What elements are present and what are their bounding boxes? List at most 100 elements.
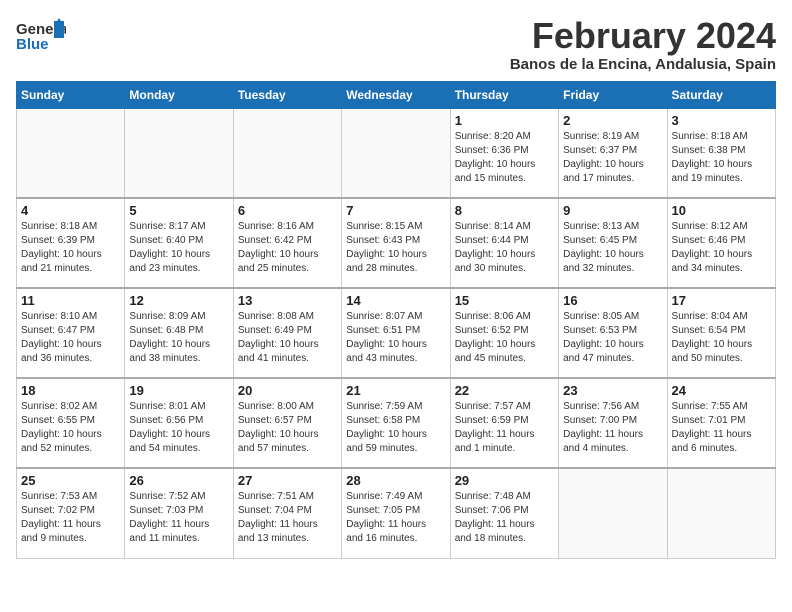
calendar-week-2: 4 Sunrise: 8:18 AM Sunset: 6:39 PM Daylig… [17, 198, 776, 288]
calendar-cell: 12 Sunrise: 8:09 AM Sunset: 6:48 PM Dayli… [125, 288, 233, 378]
sub-title: Banos de la Encina, Andalusia, Spain [510, 56, 776, 73]
day-info: Sunrise: 7:49 AM Sunset: 7:05 PM Dayligh… [346, 490, 445, 546]
calendar-cell: 6Sunrise: 8:16 AM Sunset: 6:42 PM Daylig… [233, 198, 341, 288]
calendar-cell: 22 Sunrise: 7:57 AM Sunset: 6:59 PM Dayli… [450, 378, 558, 468]
page-header: General Blue February 2024 Banos de la E… [16, 16, 776, 73]
calendar-cell: 10Sunrise: 8:12 AM Sunset: 6:46 PM Dayli… [667, 198, 775, 288]
calendar-cell: 13Sunrise: 8:08 AM Sunset: 6:49 PM Dayli… [233, 288, 341, 378]
day-info: Sunrise: 8:04 AM Sunset: 6:54 PM Dayligh… [672, 310, 771, 366]
calendar-cell: 27Sunrise: 7:51 AM Sunset: 7:04 PM Dayli… [233, 468, 341, 558]
title-block: February 2024 Banos de la Encina, Andalu… [510, 16, 776, 73]
calendar-cell: 11 Sunrise: 8:10 AM Sunset: 6:47 PM Dayli… [17, 288, 125, 378]
calendar-cell: 14 Sunrise: 8:07 AM Sunset: 6:51 PM Dayli… [342, 288, 450, 378]
day-info: Sunrise: 8:17 AM Sunset: 6:40 PM Dayligh… [129, 220, 228, 276]
calendar-cell: 19 Sunrise: 8:01 AM Sunset: 6:56 PM Dayli… [125, 378, 233, 468]
day-number: 20 [238, 383, 337, 398]
day-info: Sunrise: 8:18 AM Sunset: 6:39 PM Dayligh… [21, 220, 120, 276]
logo: General Blue [16, 16, 66, 61]
header-saturday: Saturday [667, 81, 775, 108]
day-info: Sunrise: 7:48 AM Sunset: 7:06 PM Dayligh… [455, 490, 554, 546]
day-number: 25 [21, 473, 120, 488]
day-number: 6 [238, 203, 337, 218]
day-number: 19 [129, 383, 228, 398]
day-info: Sunrise: 7:56 AM Sunset: 7:00 PM Dayligh… [563, 400, 662, 456]
day-number: 11 [21, 293, 120, 308]
day-info: Sunrise: 7:57 AM Sunset: 6:59 PM Dayligh… [455, 400, 554, 456]
day-number: 28 [346, 473, 445, 488]
calendar-cell [559, 468, 667, 558]
header-tuesday: Tuesday [233, 81, 341, 108]
calendar-cell [342, 108, 450, 198]
calendar-cell: 1 Sunrise: 8:20 AM Sunset: 6:36 PM Daylig… [450, 108, 558, 198]
header-wednesday: Wednesday [342, 81, 450, 108]
day-number: 17 [672, 293, 771, 308]
calendar-cell [125, 108, 233, 198]
calendar-cell [17, 108, 125, 198]
day-info: Sunrise: 8:00 AM Sunset: 6:57 PM Dayligh… [238, 400, 337, 456]
svg-text:Blue: Blue [16, 36, 49, 53]
calendar-cell: 4 Sunrise: 8:18 AM Sunset: 6:39 PM Daylig… [17, 198, 125, 288]
day-number: 3 [672, 113, 771, 128]
calendar-table: SundayMondayTuesdayWednesdayThursdayFrid… [16, 81, 776, 559]
calendar-week-1: 1 Sunrise: 8:20 AM Sunset: 6:36 PM Daylig… [17, 108, 776, 198]
day-number: 7 [346, 203, 445, 218]
calendar-cell: 18 Sunrise: 8:02 AM Sunset: 6:55 PM Dayli… [17, 378, 125, 468]
calendar-cell: 3 Sunrise: 8:18 AM Sunset: 6:38 PM Daylig… [667, 108, 775, 198]
calendar-cell: 8Sunrise: 8:14 AM Sunset: 6:44 PM Daylig… [450, 198, 558, 288]
calendar-cell: 5 Sunrise: 8:17 AM Sunset: 6:40 PM Daylig… [125, 198, 233, 288]
day-info: Sunrise: 8:10 AM Sunset: 6:47 PM Dayligh… [21, 310, 120, 366]
day-info: Sunrise: 8:09 AM Sunset: 6:48 PM Dayligh… [129, 310, 228, 366]
day-info: Sunrise: 8:01 AM Sunset: 6:56 PM Dayligh… [129, 400, 228, 456]
calendar-cell: 29 Sunrise: 7:48 AM Sunset: 7:06 PM Dayli… [450, 468, 558, 558]
day-number: 1 [455, 113, 554, 128]
calendar-week-4: 18 Sunrise: 8:02 AM Sunset: 6:55 PM Dayli… [17, 378, 776, 468]
calendar-cell: 28 Sunrise: 7:49 AM Sunset: 7:05 PM Dayli… [342, 468, 450, 558]
day-info: Sunrise: 8:07 AM Sunset: 6:51 PM Dayligh… [346, 310, 445, 366]
calendar-cell: 26Sunrise: 7:52 AM Sunset: 7:03 PM Dayli… [125, 468, 233, 558]
calendar-cell: 9Sunrise: 8:13 AM Sunset: 6:45 PM Daylig… [559, 198, 667, 288]
day-number: 9 [563, 203, 662, 218]
calendar-cell: 21 Sunrise: 7:59 AM Sunset: 6:58 PM Dayli… [342, 378, 450, 468]
header-friday: Friday [559, 81, 667, 108]
day-number: 8 [455, 203, 554, 218]
day-info: Sunrise: 8:02 AM Sunset: 6:55 PM Dayligh… [21, 400, 120, 456]
day-number: 29 [455, 473, 554, 488]
calendar-cell: 2 Sunrise: 8:19 AM Sunset: 6:37 PM Daylig… [559, 108, 667, 198]
day-info: Sunrise: 8:15 AM Sunset: 6:43 PM Dayligh… [346, 220, 445, 276]
calendar-week-3: 11 Sunrise: 8:10 AM Sunset: 6:47 PM Dayli… [17, 288, 776, 378]
day-info: Sunrise: 7:53 AM Sunset: 7:02 PM Dayligh… [21, 490, 120, 546]
header-sunday: Sunday [17, 81, 125, 108]
calendar-cell: 25 Sunrise: 7:53 AM Sunset: 7:02 PM Dayli… [17, 468, 125, 558]
day-number: 15 [455, 293, 554, 308]
day-info: Sunrise: 8:05 AM Sunset: 6:53 PM Dayligh… [563, 310, 662, 366]
calendar-cell: 20 Sunrise: 8:00 AM Sunset: 6:57 PM Dayli… [233, 378, 341, 468]
day-number: 21 [346, 383, 445, 398]
day-number: 27 [238, 473, 337, 488]
calendar-cell [233, 108, 341, 198]
logo-graphic: General Blue [16, 16, 66, 61]
calendar-cell: 7 Sunrise: 8:15 AM Sunset: 6:43 PM Daylig… [342, 198, 450, 288]
day-info: Sunrise: 8:19 AM Sunset: 6:37 PM Dayligh… [563, 130, 662, 186]
day-number: 22 [455, 383, 554, 398]
day-number: 4 [21, 203, 120, 218]
day-info: Sunrise: 8:20 AM Sunset: 6:36 PM Dayligh… [455, 130, 554, 186]
calendar-cell: 16Sunrise: 8:05 AM Sunset: 6:53 PM Dayli… [559, 288, 667, 378]
day-number: 18 [21, 383, 120, 398]
header-monday: Monday [125, 81, 233, 108]
day-info: Sunrise: 7:55 AM Sunset: 7:01 PM Dayligh… [672, 400, 771, 456]
calendar-cell: 15 Sunrise: 8:06 AM Sunset: 6:52 PM Dayli… [450, 288, 558, 378]
day-number: 14 [346, 293, 445, 308]
day-info: Sunrise: 8:06 AM Sunset: 6:52 PM Dayligh… [455, 310, 554, 366]
main-title: February 2024 [510, 16, 776, 56]
header-thursday: Thursday [450, 81, 558, 108]
day-info: Sunrise: 8:08 AM Sunset: 6:49 PM Dayligh… [238, 310, 337, 366]
day-info: Sunrise: 8:18 AM Sunset: 6:38 PM Dayligh… [672, 130, 771, 186]
day-info: Sunrise: 7:59 AM Sunset: 6:58 PM Dayligh… [346, 400, 445, 456]
calendar-cell: 17 Sunrise: 8:04 AM Sunset: 6:54 PM Dayli… [667, 288, 775, 378]
day-info: Sunrise: 7:52 AM Sunset: 7:03 PM Dayligh… [129, 490, 228, 546]
day-number: 5 [129, 203, 228, 218]
day-number: 12 [129, 293, 228, 308]
calendar-week-5: 25 Sunrise: 7:53 AM Sunset: 7:02 PM Dayli… [17, 468, 776, 558]
calendar-cell: 23Sunrise: 7:56 AM Sunset: 7:00 PM Dayli… [559, 378, 667, 468]
day-number: 2 [563, 113, 662, 128]
